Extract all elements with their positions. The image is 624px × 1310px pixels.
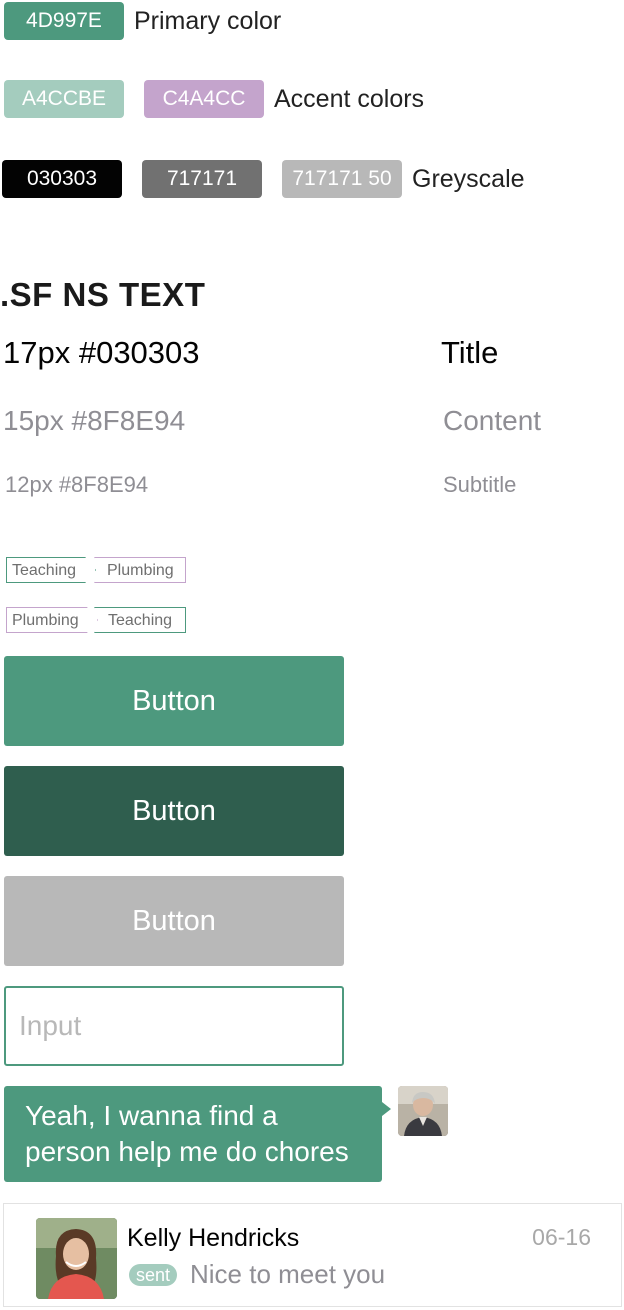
grey-swatch-3: 717171 50 (282, 160, 402, 198)
type-sample-subtitle: Subtitle (443, 472, 517, 497)
chat-message-line-1: Yeah, I wanna find a (25, 1100, 278, 1131)
chat-bubble-tail (382, 1102, 391, 1116)
type-spec-12: 12px #8F8E94 (5, 472, 149, 497)
text-input[interactable] (4, 986, 344, 1066)
primary-color-caption: Primary color (134, 7, 282, 35)
avatar[interactable] (398, 1086, 448, 1136)
accent-color-swatch-2: C4A4CC (144, 80, 264, 118)
type-spec-17: 17px #030303 (3, 335, 200, 370)
primary-button[interactable]: Button (4, 656, 344, 746)
conversation-list-item[interactable]: Kelly Hendricks 06-16 sent Nice to meet … (3, 1203, 622, 1307)
status-badge: sent (129, 1264, 178, 1286)
greyscale-caption: Greyscale (412, 165, 525, 193)
type-sample-title: Title (441, 335, 499, 370)
person-photo-icon (36, 1218, 117, 1299)
grey-swatch-1: 030303 (2, 160, 122, 198)
grey-swatch-2: 717171 (142, 160, 262, 198)
chat-message-line-2: person help me do chores (25, 1136, 349, 1167)
tag-plumbing[interactable]: Plumbing (6, 607, 98, 633)
tag-plumbing[interactable]: Plumbing (94, 557, 186, 583)
type-sample-content: Content (443, 405, 542, 436)
person-photo-icon (398, 1086, 448, 1136)
message-preview: Nice to meet you (190, 1259, 386, 1289)
tag-teaching[interactable]: Teaching (94, 607, 186, 633)
message-date: 06-16 (532, 1224, 591, 1250)
contact-name: Kelly Hendricks (127, 1224, 300, 1252)
pressed-button[interactable]: Button (4, 766, 344, 856)
tag-teaching[interactable]: Teaching (6, 557, 96, 583)
accent-color-swatch-1: A4CCBE (4, 80, 124, 118)
font-heading: .SF NS TEXT (0, 276, 206, 313)
disabled-button: Button (4, 876, 344, 966)
primary-color-swatch: 4D997E (4, 2, 124, 40)
avatar[interactable] (36, 1218, 117, 1299)
type-spec-15: 15px #8F8E94 (3, 405, 186, 436)
chat-bubble: Yeah, I wanna find a person help me do c… (4, 1086, 382, 1182)
accent-colors-caption: Accent colors (274, 85, 425, 113)
